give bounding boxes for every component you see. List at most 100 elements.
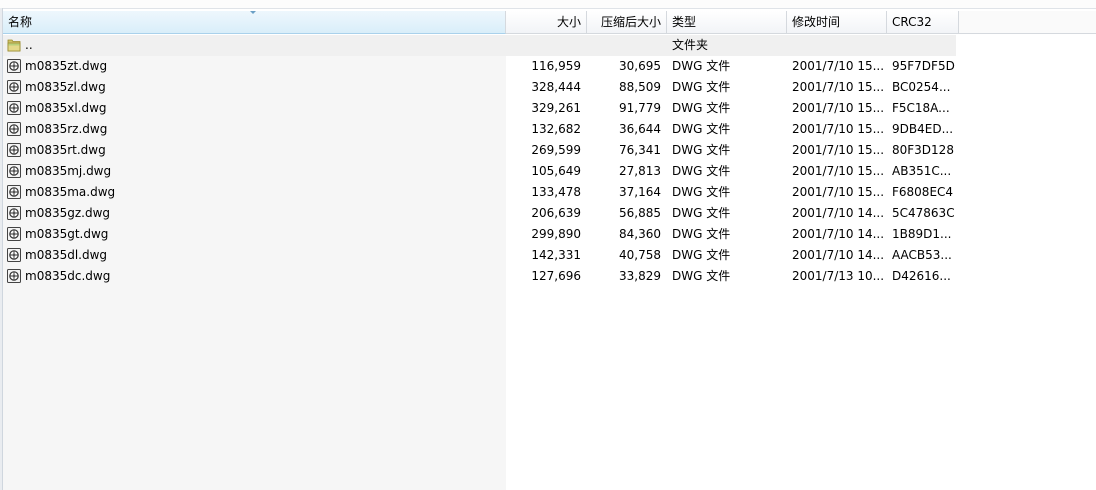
column-header-size[interactable]: 大小 xyxy=(506,11,587,34)
file-name-text: .. xyxy=(25,38,33,52)
file-size: 206,639 xyxy=(531,206,581,220)
file-type: DWG 文件 xyxy=(672,248,731,262)
file-name: m0835gz.dwg xyxy=(3,203,506,224)
file-name: m0835zl.dwg xyxy=(3,77,506,98)
file-size: 133,478 xyxy=(531,185,581,199)
file-name-text: m0835dl.dwg xyxy=(25,248,108,262)
file-name: m0835mj.dwg xyxy=(3,161,506,182)
file-compressed-size: 37,164 xyxy=(619,185,661,199)
file-compressed-size: 36,644 xyxy=(619,122,661,136)
list-item[interactable]: m0835mj.dwg 105,649 27,813 DWG 文件 2001/7… xyxy=(3,161,956,182)
file-crc32: 5C47863C xyxy=(892,206,955,220)
file-size: 127,696 xyxy=(531,269,581,283)
file-compressed-size: 30,695 xyxy=(619,59,661,73)
dwg-file-icon xyxy=(7,143,21,157)
file-size: 299,890 xyxy=(531,227,581,241)
file-crc32: F6808EC4 xyxy=(892,185,954,199)
file-name-text: m0835zt.dwg xyxy=(25,59,108,73)
file-compressed-size: 56,885 xyxy=(619,206,661,220)
dwg-file-icon xyxy=(7,185,21,199)
column-header-crc32[interactable]: CRC32 xyxy=(887,11,959,34)
file-modified-time: 2001/7/10 14... xyxy=(792,248,885,262)
file-modified-time: 2001/7/10 15... xyxy=(792,122,885,136)
column-header-filler xyxy=(959,11,1096,34)
folder-icon xyxy=(7,39,21,52)
file-crc32: 80F3D128 xyxy=(892,143,954,157)
file-crc32: 9DB4ED... xyxy=(892,122,954,136)
file-name: m0835gt.dwg xyxy=(3,224,506,245)
file-crc32: 1B89D1... xyxy=(892,227,952,241)
file-type: DWG 文件 xyxy=(672,206,731,220)
file-compressed-size: 33,829 xyxy=(619,269,661,283)
file-modified-time: 2001/7/10 15... xyxy=(792,59,885,73)
file-type: DWG 文件 xyxy=(672,269,731,283)
file-name: .. xyxy=(3,35,506,56)
file-name-text: m0835gt.dwg xyxy=(25,227,109,241)
file-size: 329,261 xyxy=(531,101,581,115)
list-item-parent-folder[interactable]: .. 文件夹 xyxy=(3,35,956,56)
file-compressed-size: 40,758 xyxy=(619,248,661,262)
file-compressed-size: 84,360 xyxy=(619,227,661,241)
file-list: .. 文件夹 m0835zt.dwg 116,959 30,695 DWG 文件… xyxy=(3,35,956,287)
window-top-border xyxy=(0,0,1096,9)
file-type: DWG 文件 xyxy=(672,164,731,178)
file-modified-time: 2001/7/13 10... xyxy=(792,269,885,283)
dwg-file-icon xyxy=(7,269,21,283)
file-name-text: m0835ma.dwg xyxy=(25,185,116,199)
file-crc32: 95F7DF5D xyxy=(892,59,955,73)
list-item[interactable]: m0835rt.dwg 269,599 76,341 DWG 文件 2001/7… xyxy=(3,140,956,161)
file-modified-time: 2001/7/10 15... xyxy=(792,164,885,178)
file-compressed-size: 91,779 xyxy=(619,101,661,115)
column-header-type[interactable]: 类型 xyxy=(667,11,787,34)
file-size: 132,682 xyxy=(531,122,581,136)
file-name-text: m0835zl.dwg xyxy=(25,80,106,94)
dwg-file-icon xyxy=(7,164,21,178)
list-item[interactable]: m0835gz.dwg 206,639 56,885 DWG 文件 2001/7… xyxy=(3,203,956,224)
dwg-file-icon xyxy=(7,80,21,94)
file-compressed-size: 27,813 xyxy=(619,164,661,178)
file-modified-time: 2001/7/10 14... xyxy=(792,227,885,241)
file-modified-time: 2001/7/10 15... xyxy=(792,80,885,94)
file-size: 328,444 xyxy=(531,80,581,94)
file-modified-time: 2001/7/10 15... xyxy=(792,143,885,157)
file-name-text: m0835mj.dwg xyxy=(25,164,112,178)
column-header-name[interactable]: 名称 xyxy=(3,11,506,34)
list-item[interactable]: m0835zt.dwg 116,959 30,695 DWG 文件 2001/7… xyxy=(3,56,956,77)
file-size: 142,331 xyxy=(531,248,581,262)
file-modified-time: 2001/7/10 15... xyxy=(792,185,885,199)
file-name-text: m0835gz.dwg xyxy=(25,206,111,220)
dwg-file-icon xyxy=(7,227,21,241)
file-compressed-size: 76,341 xyxy=(619,143,661,157)
dwg-file-icon xyxy=(7,122,21,136)
file-size: 105,649 xyxy=(531,164,581,178)
file-name: m0835xl.dwg xyxy=(3,98,506,119)
file-crc32: AACB53... xyxy=(892,248,952,262)
list-item[interactable]: m0835zl.dwg 328,444 88,509 DWG 文件 2001/7… xyxy=(3,77,956,98)
column-header-compressed-size[interactable]: 压缩后大小 xyxy=(587,11,667,34)
dwg-file-icon xyxy=(7,206,21,220)
file-crc32: F5C18A... xyxy=(892,101,950,115)
list-item[interactable]: m0835dc.dwg 127,696 33,829 DWG 文件 2001/7… xyxy=(3,266,956,287)
column-header-modified-time[interactable]: 修改时间 xyxy=(787,11,887,34)
column-header: 名称 大小 压缩后大小 类型 修改时间 CRC32 xyxy=(3,11,1096,35)
list-item[interactable]: m0835ma.dwg 133,478 37,164 DWG 文件 2001/7… xyxy=(3,182,956,203)
file-name: m0835zt.dwg xyxy=(3,56,506,77)
file-name-text: m0835dc.dwg xyxy=(25,269,111,283)
file-type: DWG 文件 xyxy=(672,143,731,157)
file-type: DWG 文件 xyxy=(672,59,731,73)
list-item[interactable]: m0835gt.dwg 299,890 84,360 DWG 文件 2001/7… xyxy=(3,224,956,245)
file-name-text: m0835xl.dwg xyxy=(25,101,107,115)
file-size: 116,959 xyxy=(531,59,581,73)
file-name: m0835dl.dwg xyxy=(3,245,506,266)
list-item[interactable]: m0835dl.dwg 142,331 40,758 DWG 文件 2001/7… xyxy=(3,245,956,266)
file-name: m0835rz.dwg xyxy=(3,119,506,140)
dwg-file-icon xyxy=(7,101,21,115)
list-item[interactable]: m0835rz.dwg 132,682 36,644 DWG 文件 2001/7… xyxy=(3,119,956,140)
file-name: m0835dc.dwg xyxy=(3,266,506,287)
file-type: DWG 文件 xyxy=(672,227,731,241)
list-item[interactable]: m0835xl.dwg 329,261 91,779 DWG 文件 2001/7… xyxy=(3,98,956,119)
file-name-text: m0835rt.dwg xyxy=(25,143,106,157)
file-type: DWG 文件 xyxy=(672,101,731,115)
file-name: m0835ma.dwg xyxy=(3,182,506,203)
file-crc32: BC0254... xyxy=(892,80,951,94)
